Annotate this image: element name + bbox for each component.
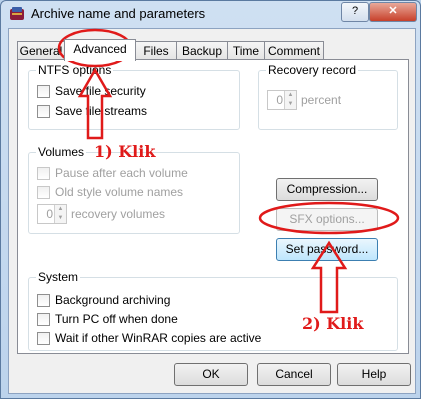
step2-annotation: 2) Klik [302, 314, 364, 333]
step1-annotation: 1) Klik [94, 142, 156, 161]
up-arrow-icon [77, 67, 113, 140]
tab-advanced[interactable]: Advanced [64, 39, 136, 61]
set-password-circle [258, 201, 400, 235]
up-arrow-icon [310, 240, 348, 314]
